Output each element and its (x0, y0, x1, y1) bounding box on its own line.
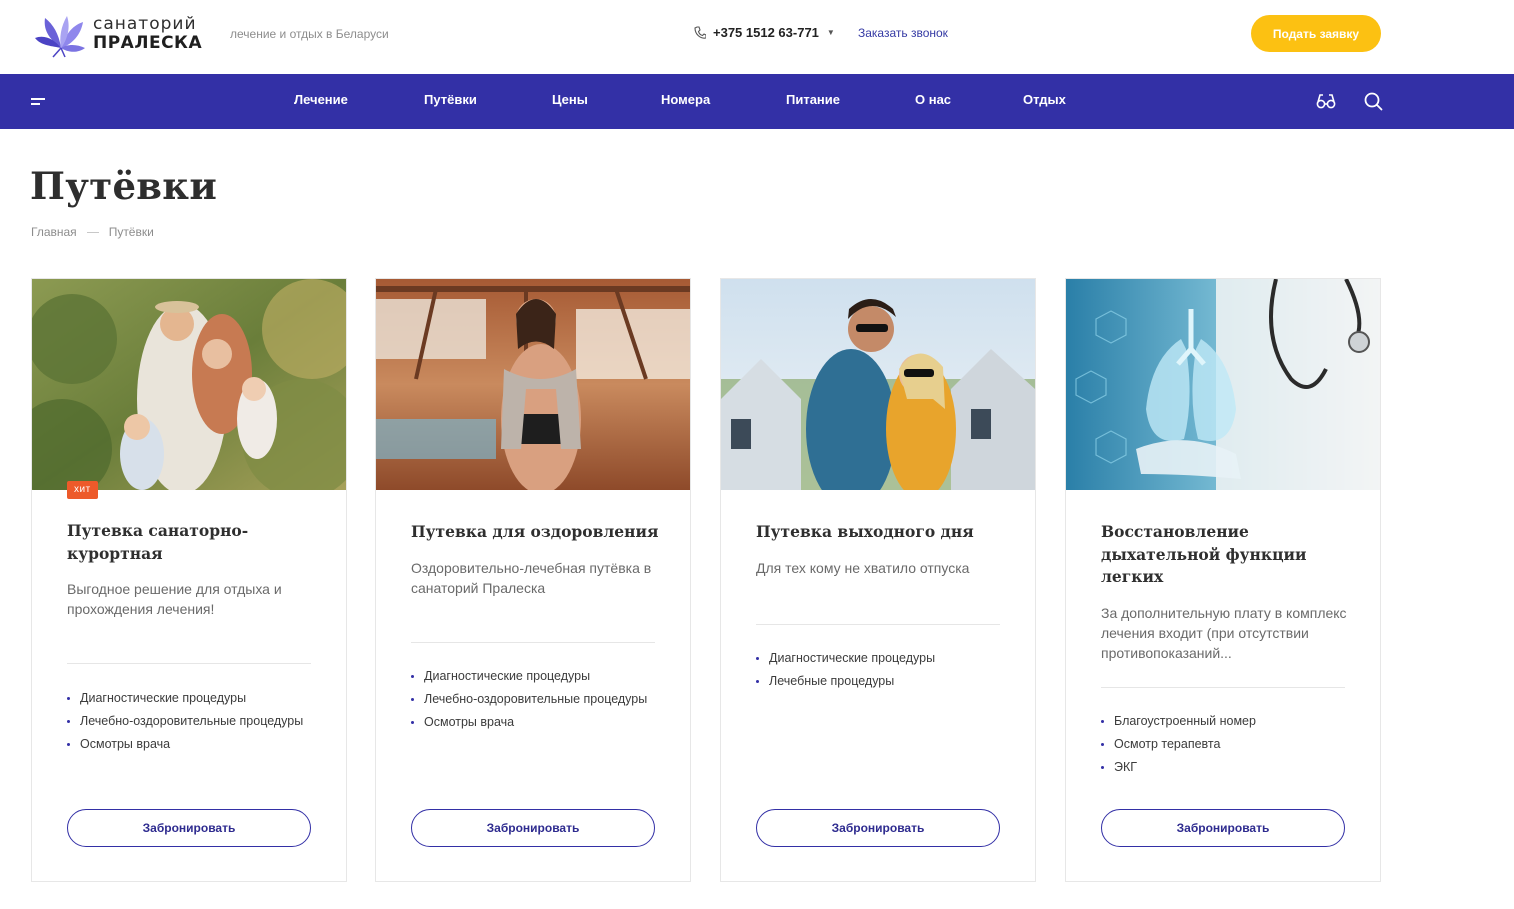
card-title[interactable]: Путевка выходного дня (756, 521, 1006, 544)
voucher-card[interactable]: Восстановление дыхательной функции легки… (1065, 278, 1381, 882)
book-button[interactable]: Забронировать (1101, 809, 1345, 847)
logo-line1: санаторий (93, 14, 197, 34)
feature-item: Лечебно-оздоровительные процедуры (67, 712, 317, 731)
voucher-card[interactable]: Путевка для оздоровления Оздоровительно-… (375, 278, 691, 882)
card-image (1066, 279, 1380, 490)
voucher-card[interactable]: хит Путевка санаторно-курортная Выгодное… (31, 278, 347, 882)
phone-icon (694, 25, 706, 39)
logo-line2: ПРАЛЕСКА (93, 33, 203, 53)
couple-in-sunglasses-photo[interactable] (721, 279, 1035, 490)
lungs-doctor-photo[interactable] (1066, 279, 1380, 490)
menu-icon[interactable] (31, 98, 45, 106)
card-title[interactable]: Путевка санаторно-курортная (67, 520, 317, 565)
feature-item: ЭКГ (1101, 758, 1351, 777)
logo[interactable]: санаторий ПРАЛЕСКА (31, 10, 202, 58)
feature-item: Диагностические процедуры (756, 649, 1006, 668)
voucher-card[interactable]: Путевка выходного дня Для тех кому не хв… (720, 278, 1036, 882)
chevron-down-icon[interactable]: ▼ (827, 28, 835, 37)
phone-number[interactable]: +375 1512 63-771 ▼ (694, 25, 835, 40)
feature-item: Диагностические процедуры (67, 689, 317, 708)
family-outdoors-photo[interactable] (32, 279, 346, 490)
nav-item-leisure[interactable]: Отдых (1023, 92, 1066, 107)
card-divider (67, 663, 311, 664)
feature-item: Лечебно-оздоровительные процедуры (411, 690, 661, 709)
card-image (32, 279, 346, 490)
breadcrumb-home[interactable]: Главная (31, 225, 77, 239)
card-description: За дополнительную плату в комплекс лечен… (1101, 605, 1347, 661)
nav-item-prices[interactable]: Цены (552, 92, 588, 107)
page-title: Путёвки (30, 164, 218, 208)
card-divider (411, 642, 655, 643)
breadcrumb: Главная Путёвки (31, 225, 154, 239)
nav-item-treatment[interactable]: Лечение (294, 92, 348, 107)
card-title[interactable]: Восстановление дыхательной функции легки… (1101, 521, 1351, 589)
card-description: Оздоровительно-лечебная путёвка в санато… (411, 560, 652, 596)
phone-text: +375 1512 63-771 (713, 25, 819, 40)
card-title[interactable]: Путевка для оздоровления (411, 521, 661, 544)
breadcrumb-current: Путёвки (108, 225, 154, 239)
hit-badge: хит (67, 481, 98, 499)
nav-item-vouchers[interactable]: Путёвки (424, 92, 477, 107)
nav-item-rooms[interactable]: Номера (661, 92, 710, 107)
card-image (376, 279, 690, 490)
nav-item-food[interactable]: Питание (786, 92, 840, 107)
feature-list: Благоустроенный номер Осмотр терапевта Э… (1101, 712, 1351, 781)
breadcrumb-separator (86, 231, 99, 233)
site-header: санаторий ПРАЛЕСКА лечение и отдых в Бел… (0, 0, 1514, 74)
card-divider (756, 624, 1000, 625)
feature-item: Диагностические процедуры (411, 667, 661, 686)
feature-item: Осмотры врача (411, 713, 661, 732)
card-description: Для тех кому не хватило отпуска (756, 560, 970, 576)
feature-list: Диагностические процедуры Лечебно-оздоро… (411, 667, 661, 736)
feature-list: Диагностические процедуры Лечебные проце… (756, 649, 1006, 695)
book-button[interactable]: Забронировать (67, 809, 311, 847)
woman-with-towel-photo[interactable] (376, 279, 690, 490)
apply-button[interactable]: Подать заявку (1251, 15, 1381, 52)
nav-item-about[interactable]: О нас (915, 92, 951, 107)
feature-item: Осмотры врача (67, 735, 317, 754)
feature-item: Лечебные процедуры (756, 672, 1006, 691)
card-image (721, 279, 1035, 490)
search-icon[interactable] (1362, 90, 1384, 112)
glasses-icon[interactable] (1315, 90, 1337, 112)
book-button[interactable]: Забронировать (756, 809, 1000, 847)
main-nav: Лечение Путёвки Цены Номера Питание О на… (0, 74, 1514, 129)
feature-list: Диагностические процедуры Лечебно-оздоро… (67, 689, 317, 758)
feature-item: Осмотр терапевта (1101, 735, 1351, 754)
card-divider (1101, 687, 1345, 688)
tagline: лечение и отдых в Беларуси (230, 27, 389, 41)
card-description: Выгодное решение для отдыха и прохождени… (67, 581, 282, 617)
flower-logo-icon (35, 16, 85, 58)
book-button[interactable]: Забронировать (411, 809, 655, 847)
feature-item: Благоустроенный номер (1101, 712, 1351, 731)
callback-link[interactable]: Заказать звонок (858, 26, 948, 40)
